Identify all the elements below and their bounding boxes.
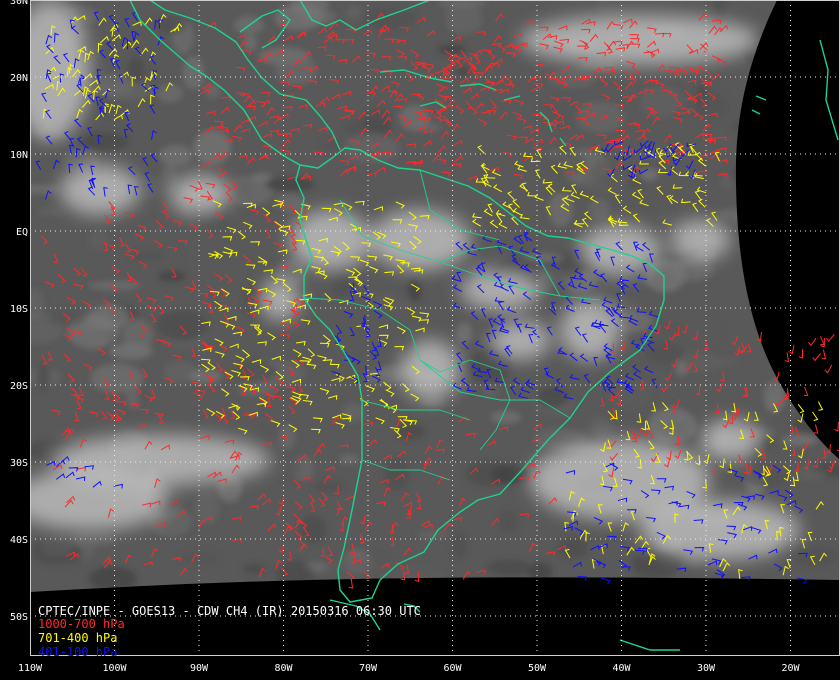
legend-mid-level: 701-400 hPa xyxy=(38,631,118,645)
imagery-texture xyxy=(490,410,521,424)
imagery-texture xyxy=(79,132,129,152)
cloud-region xyxy=(370,210,470,270)
imagery-texture xyxy=(131,251,164,261)
imagery-texture xyxy=(384,458,410,491)
latitude-label: 10N xyxy=(10,150,28,161)
cloud-region xyxy=(60,165,140,215)
imagery-texture xyxy=(394,291,412,301)
longitude-label: 110W xyxy=(18,663,43,674)
longitude-label: 40W xyxy=(612,663,631,674)
imagery-texture xyxy=(181,550,219,565)
imagery-texture xyxy=(252,172,272,182)
imagery-texture xyxy=(158,270,187,282)
imagery-texture xyxy=(498,508,518,534)
imagery-texture xyxy=(97,73,135,96)
imagery-texture xyxy=(557,537,588,559)
imagery-texture xyxy=(588,198,610,220)
imagery-texture xyxy=(491,464,529,485)
imagery-texture xyxy=(456,321,473,345)
imagery-texture xyxy=(194,427,207,436)
imagery-texture xyxy=(87,229,109,250)
imagery-texture xyxy=(30,538,81,566)
imagery-texture xyxy=(608,376,652,411)
latitude-label: 10S xyxy=(10,304,28,315)
imagery-texture xyxy=(452,531,467,560)
cloud-region xyxy=(580,225,660,275)
latitude-label: 40S xyxy=(10,535,28,546)
cloud-region xyxy=(170,175,230,215)
imagery-texture xyxy=(264,177,314,192)
latitude-label: 20S xyxy=(10,381,28,392)
longitude-label: 30W xyxy=(697,663,716,674)
imagery-texture xyxy=(122,319,153,353)
satellite-wind-map: 30N 20N 10N EQ 10S 20S 30S 40S 50S 110W 100W 90W 80… xyxy=(0,0,840,680)
cloud-region xyxy=(490,320,550,360)
longitude-label: 100W xyxy=(102,663,127,674)
legend-low-level: 1000-700 hPa xyxy=(38,617,125,631)
longitude-label: 60W xyxy=(443,663,462,674)
imagery-texture xyxy=(329,556,377,576)
imagery-texture xyxy=(332,275,353,297)
satellite-imagery xyxy=(30,0,840,592)
cloud-region xyxy=(520,15,760,65)
imagery-texture xyxy=(592,418,613,437)
imagery-texture xyxy=(582,168,629,194)
imagery-texture xyxy=(631,551,681,578)
latitude-label: 30N xyxy=(10,0,28,7)
imagery-texture xyxy=(158,144,193,166)
longitude-label: 50W xyxy=(528,663,547,674)
legend-high-level: 401-100 hPa xyxy=(38,645,118,659)
imagery-texture xyxy=(456,66,470,78)
longitude-label: 90W xyxy=(190,663,209,674)
imagery-texture xyxy=(344,6,362,20)
imagery-texture xyxy=(437,44,467,55)
imagery-texture xyxy=(653,210,674,222)
imagery-texture xyxy=(548,191,574,227)
longitude-label: 70W xyxy=(359,663,378,674)
imagery-texture xyxy=(36,364,50,391)
imagery-texture xyxy=(361,7,416,30)
imagery-texture xyxy=(312,482,346,491)
imagery-texture xyxy=(156,84,183,103)
imagery-texture xyxy=(37,206,65,217)
latitude-label: 30S xyxy=(10,458,28,469)
imagery-texture xyxy=(339,454,360,464)
cloud-region xyxy=(700,420,760,460)
imagery-texture xyxy=(47,310,86,327)
imagery-texture xyxy=(156,310,209,341)
imagery-texture xyxy=(675,361,688,377)
map-title: CPTEC/INPE - GOES13 - CDW CH4 (IR) 20150… xyxy=(38,604,421,618)
longitude-label: 80W xyxy=(274,663,293,674)
latitude-label: 20N xyxy=(10,73,28,84)
imagery-texture xyxy=(299,515,327,544)
cloud-region xyxy=(290,210,370,270)
latitude-label: EQ xyxy=(16,227,28,238)
imagery-texture xyxy=(796,467,827,481)
latitude-label: 50S xyxy=(10,612,28,623)
imagery-texture xyxy=(409,122,442,132)
imagery-texture xyxy=(638,168,659,181)
cloud-region xyxy=(400,340,460,400)
imagery-texture xyxy=(396,423,426,440)
imagery-texture xyxy=(415,530,448,540)
imagery-texture xyxy=(487,559,532,576)
longitude-label: 20W xyxy=(781,663,800,674)
cloud-region xyxy=(30,470,170,530)
cloud-region xyxy=(670,220,730,260)
cloud-region xyxy=(640,500,800,560)
imagery-texture xyxy=(781,435,818,446)
